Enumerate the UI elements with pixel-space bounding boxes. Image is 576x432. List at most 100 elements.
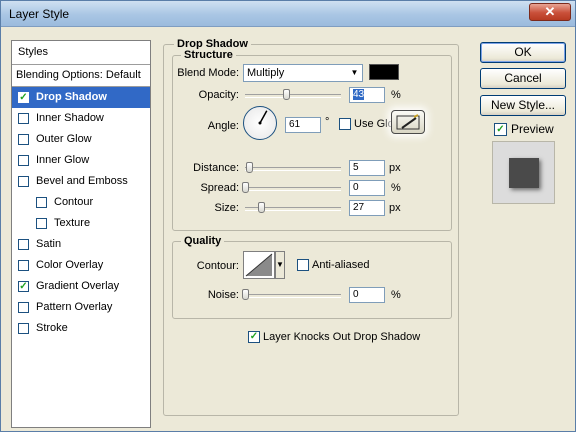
noise-value: 0 [353, 289, 359, 300]
layer-style-dialog: Layer Style ✕ Styles Blending Options: D… [0, 0, 576, 432]
style-checkbox[interactable] [18, 113, 29, 124]
style-checkbox[interactable] [36, 218, 47, 229]
distance-slider[interactable] [245, 162, 341, 173]
contour-dropdown-arrow[interactable]: ▼ [275, 251, 285, 279]
ok-button[interactable]: OK [480, 42, 566, 63]
window-title: Layer Style [9, 7, 70, 21]
style-item-drop-shadow[interactable]: ✓ Drop Shadow [12, 87, 150, 108]
blend-mode-label: Blend Mode: [177, 67, 239, 79]
contour-curve-icon [245, 253, 273, 277]
style-item-pattern-overlay[interactable]: Pattern Overlay [12, 297, 150, 318]
style-item-gradient-overlay[interactable]: ✓ Gradient Overlay [12, 276, 150, 297]
preview-swatch [509, 158, 539, 188]
style-item-color-overlay[interactable]: Color Overlay [12, 255, 150, 276]
structure-title: Structure [181, 49, 236, 61]
contour-label: Contour: [196, 260, 239, 272]
preview-checkbox[interactable]: ✓ [494, 123, 507, 136]
opacity-label: Opacity: [198, 89, 239, 101]
angle-field[interactable]: 61 [285, 117, 321, 133]
angle-dial[interactable] [243, 106, 277, 140]
style-checkbox[interactable] [18, 323, 29, 334]
style-item-label: Drop Shadow [36, 91, 107, 103]
spread-label: Spread: [200, 182, 239, 194]
layer-knocks-out-checkbox[interactable]: ✓ [248, 331, 260, 343]
noise-label: Noise: [207, 289, 239, 301]
cancel-button[interactable]: Cancel [480, 68, 566, 89]
style-item-label: Texture [54, 217, 91, 229]
style-item-inner-glow[interactable]: Inner Glow [12, 150, 150, 171]
close-button[interactable]: ✕ [529, 3, 571, 21]
style-item-stroke[interactable]: Stroke [12, 318, 150, 339]
drop-shadow-panel: Drop Shadow Structure Blend Mode: Multip… [163, 38, 459, 416]
style-item-label: Outer Glow [36, 133, 92, 145]
blend-mode-dropdown[interactable]: Multiply ▼ [243, 64, 363, 82]
style-item-label: Pattern Overlay [36, 301, 113, 313]
size-slider[interactable] [245, 202, 341, 213]
style-item-texture[interactable]: Texture [12, 213, 150, 234]
dialog-body: Styles Blending Options: Default ✓ Drop S… [5, 28, 571, 428]
noise-unit: % [391, 289, 401, 301]
anti-aliased-label: Anti-aliased [312, 259, 370, 271]
style-item-label: Gradient Overlay [36, 280, 120, 292]
contour-picker[interactable] [243, 251, 275, 279]
shadow-color-swatch[interactable] [369, 64, 399, 80]
style-item-inner-shadow[interactable]: Inner Shadow [12, 108, 150, 129]
opacity-slider-thumb[interactable] [283, 89, 290, 100]
structure-group: Structure Blend Mode: Multiply ▼ Opacity… [172, 49, 452, 231]
size-value: 27 [353, 202, 365, 213]
spread-value: 0 [353, 182, 359, 193]
size-field[interactable]: 27 [349, 200, 385, 216]
blending-options-item[interactable]: Blending Options: Default [12, 65, 150, 87]
style-checkbox[interactable] [36, 197, 47, 208]
noise-slider-thumb[interactable] [242, 289, 249, 300]
style-checkbox[interactable] [18, 260, 29, 271]
style-checkbox[interactable] [18, 155, 29, 166]
distance-field[interactable]: 5 [349, 160, 385, 176]
style-items: ✓ Drop Shadow Inner Shadow Outer Glow Inner … [12, 87, 150, 339]
quality-title: Quality [181, 235, 225, 247]
noise-slider[interactable] [242, 289, 341, 300]
style-item-label: Color Overlay [36, 259, 104, 271]
size-unit: px [389, 202, 401, 214]
use-global-checkbox[interactable] [339, 118, 351, 130]
layer-knocks-out-label: Layer Knocks Out Drop Shadow [263, 331, 421, 343]
distance-unit: px [389, 162, 401, 174]
style-checkbox[interactable]: ✓ [18, 281, 29, 292]
style-item-label: Inner Glow [36, 154, 90, 166]
style-checkbox[interactable] [18, 134, 29, 145]
new-style-button[interactable]: New Style... [480, 95, 566, 116]
size-slider-thumb[interactable] [258, 202, 265, 213]
size-label: Size: [214, 202, 239, 214]
angle-needle-icon [258, 110, 268, 125]
title-bar[interactable]: Layer Style ✕ [1, 1, 575, 27]
opacity-slider[interactable] [245, 89, 341, 100]
style-checkbox[interactable]: ✓ [18, 92, 29, 103]
style-item-contour[interactable]: Contour [12, 192, 150, 213]
blend-mode-value: Multiply [247, 67, 285, 79]
distance-slider-thumb[interactable] [246, 162, 253, 173]
angle-label: Angle: [207, 120, 239, 132]
spread-slider[interactable] [242, 182, 341, 193]
spread-unit: % [391, 182, 401, 194]
style-item-label: Satin [36, 238, 62, 250]
style-item-outer-glow[interactable]: Outer Glow [12, 129, 150, 150]
style-checkbox[interactable] [18, 176, 29, 187]
anti-aliased-checkbox[interactable] [297, 259, 309, 271]
style-item-label: Contour [54, 196, 94, 208]
styles-header[interactable]: Styles [12, 41, 150, 65]
style-item-satin[interactable]: Satin [12, 234, 150, 255]
style-item-bevel-and-emboss[interactable]: Bevel and Emboss [12, 171, 150, 192]
style-checkbox[interactable] [18, 302, 29, 313]
preview-label: Preview [511, 122, 554, 136]
spread-slider-thumb[interactable] [242, 182, 249, 193]
noise-field[interactable]: 0 [349, 287, 385, 303]
edit-brush-icon [391, 110, 425, 134]
opacity-value: 43 [353, 89, 365, 100]
spread-field[interactable]: 0 [349, 180, 385, 196]
opacity-field[interactable]: 43 [349, 87, 385, 103]
angle-value: 61 [289, 119, 301, 130]
pen-icon [396, 114, 420, 130]
style-item-label: Stroke [36, 322, 68, 334]
distance-value: 5 [353, 162, 359, 173]
style-checkbox[interactable] [18, 239, 29, 250]
